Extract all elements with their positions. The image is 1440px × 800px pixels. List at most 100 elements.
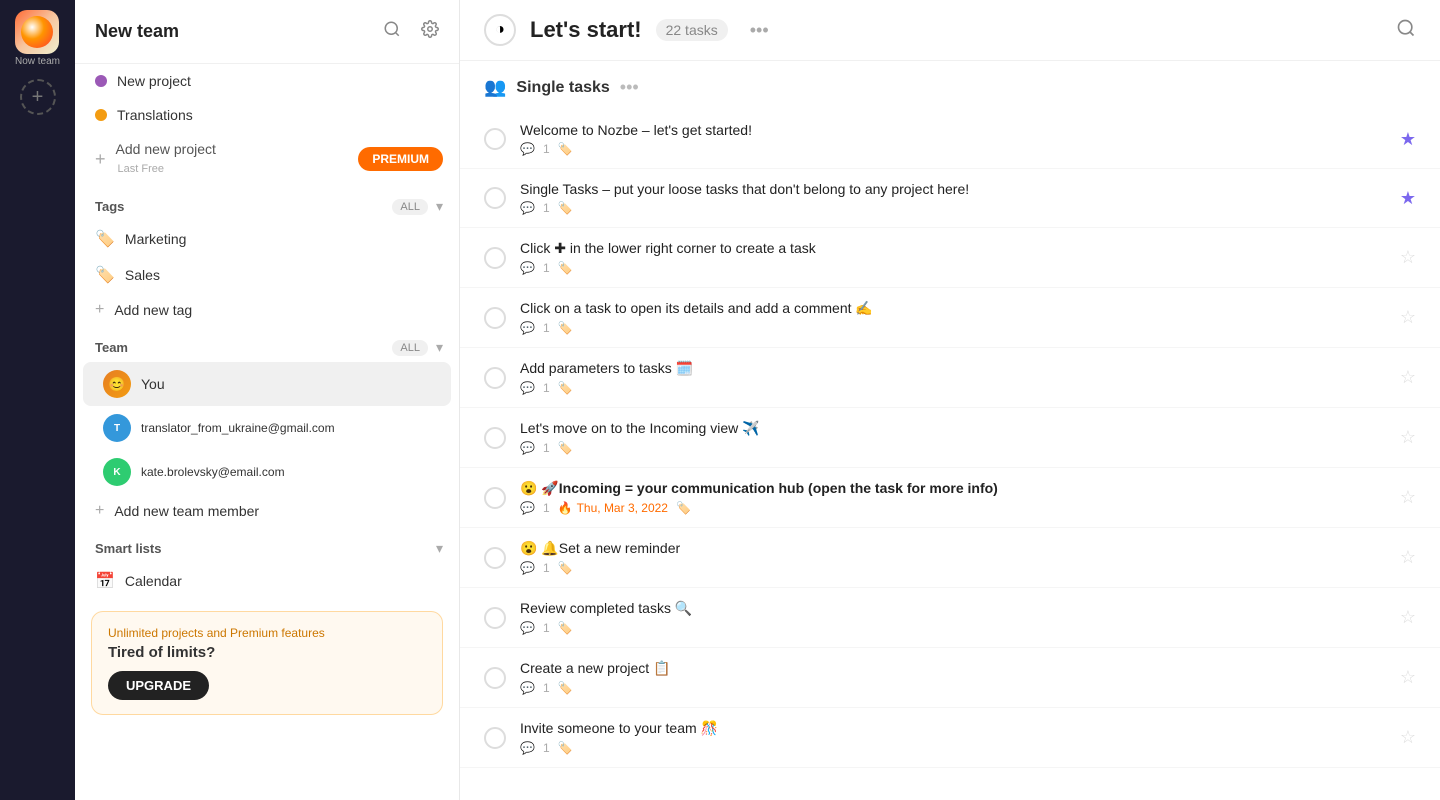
task-tag-icon: 🏷️ [558,321,573,335]
task-tag-icon: 🏷️ [558,381,573,395]
team-section-header: Team ALL ▾ [75,327,459,362]
add-team-member-row[interactable]: + Add new team member [75,494,459,528]
task-content: Add parameters to tasks 🗓️ 💬 1 🏷️ [520,360,1386,395]
task-title: 😮 🚀Incoming = your communication hub (op… [520,480,1386,497]
search-button[interactable] [379,16,405,47]
tag-marketing-label: Marketing [125,231,186,247]
task-checkbox[interactable] [484,727,506,749]
workspace-title: New team [95,21,179,42]
tags-controls: ALL ▾ [392,198,443,215]
table-row[interactable]: Click ✚ in the lower right corner to cre… [460,228,1440,288]
table-row[interactable]: Single Tasks – put your loose tasks that… [460,169,1440,228]
comment-icon: 💬 [520,321,535,335]
table-row[interactable]: Welcome to Nozbe – let's get started! 💬 … [460,110,1440,169]
task-star-button[interactable]: ☆ [1400,667,1416,688]
theme-toggle-button[interactable]: ◑ [484,14,516,46]
avatar-you: 😊 [103,370,131,398]
task-title: Let's move on to the Incoming view ✈️ [520,420,1386,437]
projects-list: New project Translations + Add new proje… [75,64,459,186]
task-content: Create a new project 📋 💬 1 🏷️ [520,660,1386,695]
table-row[interactable]: Invite someone to your team 🎊 💬 1 🏷️ ☆ [460,708,1440,768]
task-checkbox[interactable] [484,667,506,689]
task-star-button[interactable]: ★ [1400,129,1416,150]
project-item-translations[interactable]: Translations [75,98,459,132]
table-row[interactable]: Add parameters to tasks 🗓️ 💬 1 🏷️ ☆ [460,348,1440,408]
task-title: Create a new project 📋 [520,660,1386,677]
task-checkbox[interactable] [484,367,506,389]
task-star-button[interactable]: ☆ [1400,487,1416,508]
project-dot [95,109,107,121]
comment-count: 1 [543,142,550,156]
add-team-member-label: Add new team member [114,503,259,519]
task-star-button[interactable]: ☆ [1400,307,1416,328]
calendar-item[interactable]: 📅 Calendar [75,563,459,599]
task-star-button[interactable]: ☆ [1400,547,1416,568]
comment-count: 1 [543,381,550,395]
table-row[interactable]: Create a new project 📋 💬 1 🏷️ ☆ [460,648,1440,708]
member-name-you: You [141,376,165,392]
group-more-button[interactable]: ••• [620,77,639,98]
add-tag-label: Add new tag [114,302,192,318]
team-list: 😊 You T translator_from_ukraine@gmail.co… [75,362,459,528]
main-title: Let's start! [530,17,642,43]
task-meta: 💬 1 🏷️ [520,261,1386,275]
smart-lists-chevron[interactable]: ▾ [436,540,443,557]
task-checkbox[interactable] [484,187,506,209]
task-date: 🔥 Thu, Mar 3, 2022 [558,501,668,515]
task-checkbox[interactable] [484,128,506,150]
task-checkbox[interactable] [484,607,506,629]
add-project-row[interactable]: + Add new project Last Free PREMIUM [75,132,459,186]
tags-section-header: Tags ALL ▾ [75,186,459,221]
task-star-button[interactable]: ★ [1400,188,1416,209]
task-meta: 💬 1 🏷️ [520,681,1386,695]
task-star-button[interactable]: ☆ [1400,367,1416,388]
tag-sales[interactable]: 🏷️ Sales [75,257,459,293]
task-tag-icon: 🏷️ [558,681,573,695]
project-item-new[interactable]: New project [75,64,459,98]
header-more-button[interactable]: ••• [742,16,777,45]
main-search-button[interactable] [1396,18,1416,43]
task-tag-icon: 🏷️ [676,501,691,515]
task-star-button[interactable]: ☆ [1400,727,1416,748]
sidebar-header-icons [379,16,443,47]
project-dot [95,75,107,87]
tag-sales-label: Sales [125,267,160,283]
task-checkbox[interactable] [484,307,506,329]
task-content: Click ✚ in the lower right corner to cre… [520,240,1386,275]
task-star-button[interactable]: ☆ [1400,247,1416,268]
tag-sales-icon: 🏷️ [95,265,115,285]
team-member-translator[interactable]: T translator_from_ukraine@gmail.com [83,406,451,450]
table-row[interactable]: Click on a task to open its details and … [460,288,1440,348]
table-row[interactable]: 😮 🚀Incoming = your communication hub (op… [460,468,1440,528]
group-icon: 👥 [484,77,506,98]
table-row[interactable]: 😮 🔔Set a new reminder 💬 1 🏷️ ☆ [460,528,1440,588]
table-row[interactable]: Review completed tasks 🔍 💬 1 🏷️ ☆ [460,588,1440,648]
settings-button[interactable] [417,16,443,47]
task-list: 👥 Single tasks ••• Welcome to Nozbe – le… [460,61,1440,800]
task-checkbox[interactable] [484,247,506,269]
premium-button[interactable]: PREMIUM [358,147,443,171]
task-star-button[interactable]: ☆ [1400,607,1416,628]
task-checkbox[interactable] [484,487,506,509]
upgrade-button[interactable]: UPGRADE [108,671,209,700]
task-tag-icon: 🏷️ [558,201,573,215]
table-row[interactable]: Let's move on to the Incoming view ✈️ 💬 … [460,408,1440,468]
add-tag-row[interactable]: + Add new tag [75,293,459,327]
sidebar-header: New team [75,0,459,64]
team-chevron[interactable]: ▾ [436,339,443,356]
tags-all-badge[interactable]: ALL [392,199,428,215]
tags-chevron[interactable]: ▾ [436,198,443,215]
task-star-button[interactable]: ☆ [1400,427,1416,448]
team-member-kate[interactable]: K kate.brolevsky@email.com [83,450,451,494]
app-icon-area: Now team + [0,0,75,800]
team-all-badge[interactable]: ALL [392,340,428,356]
comment-icon: 💬 [520,741,535,755]
app-logo[interactable] [15,10,59,54]
task-checkbox[interactable] [484,427,506,449]
task-checkbox[interactable] [484,547,506,569]
task-meta: 💬 1 🏷️ [520,321,1386,335]
app-name-label: Now team [15,56,60,67]
tag-marketing[interactable]: 🏷️ Marketing [75,221,459,257]
add-workspace-button[interactable]: + [20,79,56,115]
team-member-you[interactable]: 😊 You [83,362,451,406]
